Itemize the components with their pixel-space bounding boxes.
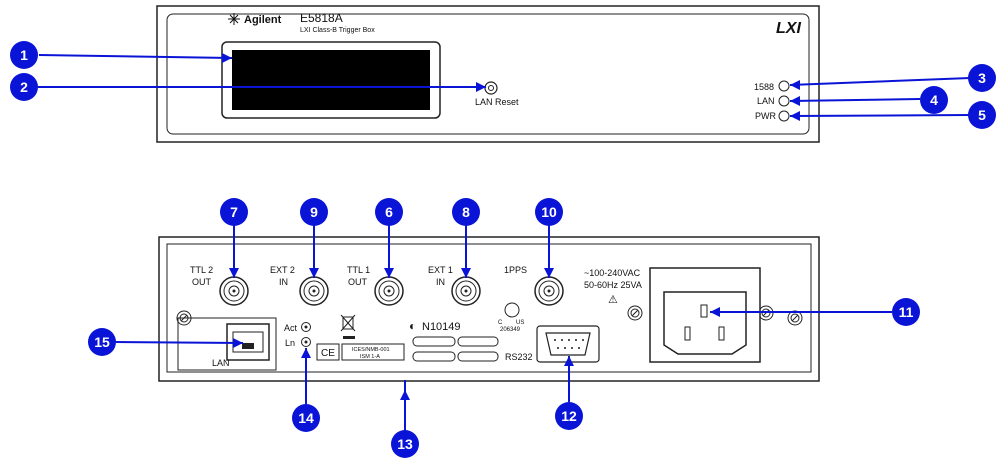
ices-line1: ICES/NMB-001 bbox=[352, 347, 390, 353]
csa-us: US bbox=[516, 320, 524, 326]
callout-15: 15 bbox=[88, 328, 116, 356]
bnc-ttl1-out[interactable] bbox=[374, 276, 404, 306]
bnc-ext2-in[interactable] bbox=[299, 276, 329, 306]
weee-bin-icon bbox=[340, 314, 356, 332]
csa-c: C bbox=[498, 320, 503, 326]
csa-mark-icon bbox=[504, 302, 520, 318]
svg-text:1: 1 bbox=[20, 47, 28, 63]
ac-pin-earth bbox=[700, 304, 708, 318]
c-tick-icon: ◐ bbox=[409, 319, 416, 333]
ext2-label-line1: EXT 2 bbox=[270, 265, 295, 275]
svg-text:13: 13 bbox=[397, 436, 413, 452]
callout-14: 14 bbox=[292, 404, 320, 432]
lan-port-label: LAN bbox=[212, 358, 230, 368]
ext2-label-line2: IN bbox=[279, 277, 288, 287]
led-lan bbox=[778, 95, 790, 107]
callout-1: 1 bbox=[10, 41, 38, 69]
ttl1-label-line2: OUT bbox=[348, 277, 368, 287]
ext1-label-line2: IN bbox=[436, 277, 445, 287]
front-brand: Agilent bbox=[244, 14, 282, 26]
callout-10: 10 bbox=[535, 198, 563, 226]
act-led-core bbox=[304, 325, 308, 329]
svg-text:5: 5 bbox=[978, 107, 986, 123]
ac-inlet[interactable] bbox=[663, 291, 747, 355]
screw-right2-icon bbox=[787, 310, 803, 326]
front-display bbox=[232, 50, 430, 110]
ac-pin-right bbox=[718, 326, 725, 341]
svg-text:7: 7 bbox=[230, 204, 238, 220]
label-slot-2 bbox=[457, 336, 499, 347]
front-model: E5818A bbox=[300, 11, 343, 25]
callout-13: 13 bbox=[391, 430, 419, 458]
c-tick-code: N10149 bbox=[422, 321, 461, 333]
label-slot-3 bbox=[412, 351, 456, 362]
act-led-label: Act bbox=[284, 323, 298, 333]
callout-4: 4 bbox=[920, 86, 948, 114]
bnc-1pps[interactable] bbox=[534, 276, 564, 306]
ices-line2: ISM 1-A bbox=[360, 354, 380, 360]
rs232-label: RS232 bbox=[505, 352, 533, 362]
callout-7: 7 bbox=[220, 198, 248, 226]
svg-text:2: 2 bbox=[20, 79, 28, 95]
callout-5: 5 bbox=[968, 101, 996, 129]
ac-pin-left bbox=[684, 326, 691, 341]
svg-text:15: 15 bbox=[94, 334, 110, 350]
svg-text:12: 12 bbox=[561, 408, 577, 424]
svg-text:10: 10 bbox=[541, 204, 557, 220]
callout-12: 12 bbox=[555, 402, 583, 430]
front-subtitle: LXI Class-B Trigger Box bbox=[300, 27, 375, 34]
ttl2-label-line2: OUT bbox=[192, 277, 212, 287]
e5818a-front-rear-panel-diagram: Agilent E5818A LXI Class-B Trigger Box L… bbox=[10, 5, 996, 458]
svg-text:9: 9 bbox=[310, 204, 318, 220]
led-pwr-label: PWR bbox=[755, 111, 776, 121]
lan-reset-label: LAN Reset bbox=[475, 97, 519, 107]
label-slot-1 bbox=[412, 336, 456, 347]
ln-led-core bbox=[304, 340, 308, 344]
ttl2-label-line1: TTL 2 bbox=[190, 265, 213, 275]
svg-text:6: 6 bbox=[385, 204, 393, 220]
svg-text:11: 11 bbox=[899, 304, 914, 320]
weee-bar bbox=[343, 336, 355, 339]
callout-2: 2 bbox=[10, 73, 38, 101]
led-pwr bbox=[778, 110, 790, 122]
leader-15 bbox=[115, 341, 244, 344]
callout-6: 6 bbox=[375, 198, 403, 226]
front-panel: Agilent E5818A LXI Class-B Trigger Box L… bbox=[156, 5, 820, 143]
svg-text:14: 14 bbox=[298, 410, 314, 426]
leader-5 bbox=[789, 114, 971, 117]
callout-11: 11 bbox=[892, 298, 920, 326]
csa-number: 206349 bbox=[500, 327, 521, 333]
screw-mid-icon bbox=[627, 305, 643, 321]
bnc-ttl2-out[interactable] bbox=[219, 276, 249, 306]
warning-triangle-icon: ⚠ bbox=[608, 294, 618, 306]
led-lan-label: LAN bbox=[757, 96, 775, 106]
power-rating-line1: ~100-240VAC bbox=[584, 268, 641, 278]
lan-reset-button-core bbox=[488, 85, 494, 91]
label-slot-4 bbox=[457, 351, 499, 362]
led-1588-label: 1588 bbox=[754, 82, 774, 92]
svg-text:3: 3 bbox=[978, 70, 986, 86]
lxi-logo: LXI bbox=[776, 20, 801, 37]
callout-3: 3 bbox=[968, 64, 996, 92]
svg-text:8: 8 bbox=[462, 204, 470, 220]
ce-mark: CE bbox=[321, 348, 335, 359]
ext1-label-line1: EXT 1 bbox=[428, 265, 453, 275]
pps-label: 1PPS bbox=[504, 265, 527, 275]
ttl1-label-line1: TTL 1 bbox=[347, 265, 370, 275]
lan-port-latch bbox=[242, 343, 254, 349]
arrowhead-13 bbox=[400, 390, 410, 400]
callout-9: 9 bbox=[300, 198, 328, 226]
rs232-port[interactable] bbox=[545, 332, 591, 356]
callout-8: 8 bbox=[452, 198, 480, 226]
led-1588 bbox=[778, 80, 790, 92]
bnc-ext1-in[interactable] bbox=[451, 276, 481, 306]
ln-led-label: Ln bbox=[285, 338, 295, 348]
power-rating-line2: 50-60Hz 25VA bbox=[584, 280, 642, 290]
svg-text:4: 4 bbox=[930, 92, 938, 108]
